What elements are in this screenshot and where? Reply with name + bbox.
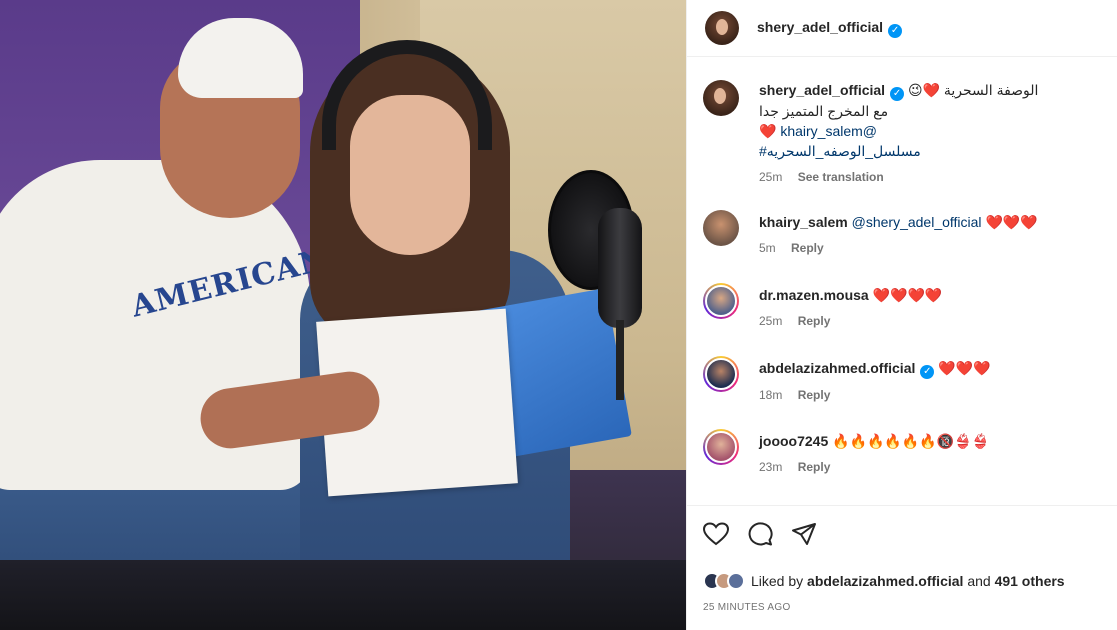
likes-summary[interactable]: Liked by abdelazizahmed.official and 491…	[703, 572, 1065, 590]
caption-line-2: مع المخرج المتميز جدا	[759, 103, 889, 119]
likes-others[interactable]: 491 others	[995, 573, 1065, 589]
caption-line-1: الوصفة السحرية ❤️😉	[907, 82, 1039, 98]
verified-badge-icon: ✓	[888, 23, 903, 38]
comment-time[interactable]: 25m	[759, 314, 782, 328]
share-icon[interactable]	[791, 522, 817, 546]
comment-time[interactable]: 5m	[759, 241, 776, 255]
post-timestamp[interactable]: 25 MINUTES AGO	[703, 602, 791, 613]
comment-username[interactable]: dr.mazen.mousa	[759, 287, 869, 303]
comment-time[interactable]: 23m	[759, 460, 782, 474]
liker-avatar	[727, 572, 745, 590]
reply-button[interactable]: Reply	[791, 241, 824, 255]
post-header: shery_adel_official ✓	[687, 0, 1117, 57]
author-avatar[interactable]	[705, 11, 739, 45]
caption-username[interactable]: shery_adel_official	[759, 82, 885, 98]
author-username[interactable]: shery_adel_official ✓	[757, 19, 903, 38]
commenter-avatar[interactable]	[703, 210, 739, 246]
comment-text: ❤️❤️❤️❤️	[872, 287, 943, 303]
heart-icon[interactable]	[703, 522, 729, 546]
post-side-panel: shery_adel_official ✓ shery_adel_official…	[686, 0, 1117, 630]
verified-badge-icon: ✓	[920, 365, 935, 379]
reply-button[interactable]: Reply	[798, 460, 831, 474]
mention-link[interactable]: khairy_salem@	[780, 123, 877, 139]
comment-mention[interactable]: @shery_adel_official	[852, 214, 982, 230]
likes-joiner: and	[967, 573, 991, 589]
comment-username[interactable]: abdelazizahmed.official	[759, 360, 915, 376]
post-photo[interactable]: AMERICAN	[0, 0, 686, 630]
liked-by-label: Liked by	[751, 573, 804, 589]
hashtag-link[interactable]: #مسلسل_الوصفه_السحريه	[759, 141, 1099, 161]
caption-time[interactable]: 25m	[759, 170, 782, 184]
reply-button[interactable]: Reply	[798, 388, 831, 402]
comment-time[interactable]: 18m	[759, 388, 782, 402]
commenter-avatar[interactable]	[703, 356, 739, 392]
see-translation-button[interactable]: See translation	[798, 170, 884, 184]
comment-text: 🔥🔥🔥🔥🔥🔥🔞👙👙	[832, 433, 990, 449]
comment-icon[interactable]	[747, 522, 773, 546]
comment-username[interactable]: khairy_salem	[759, 214, 848, 230]
heart-emoji: ❤️	[759, 123, 777, 139]
commenter-avatar[interactable]	[703, 429, 739, 465]
comment-username[interactable]: joooo7245	[759, 433, 828, 449]
comment-text: ❤️❤️❤️	[938, 360, 991, 376]
comment-text: ❤️❤️❤️	[985, 214, 1038, 230]
verified-badge-icon: ✓	[890, 87, 905, 101]
reply-button[interactable]: Reply	[798, 314, 831, 328]
caption-avatar[interactable]	[703, 80, 739, 116]
commenter-avatar[interactable]	[703, 283, 739, 319]
liker-username[interactable]: abdelazizahmed.official	[807, 573, 963, 589]
post-actions: Liked by abdelazizahmed.official and 491…	[687, 505, 1117, 630]
